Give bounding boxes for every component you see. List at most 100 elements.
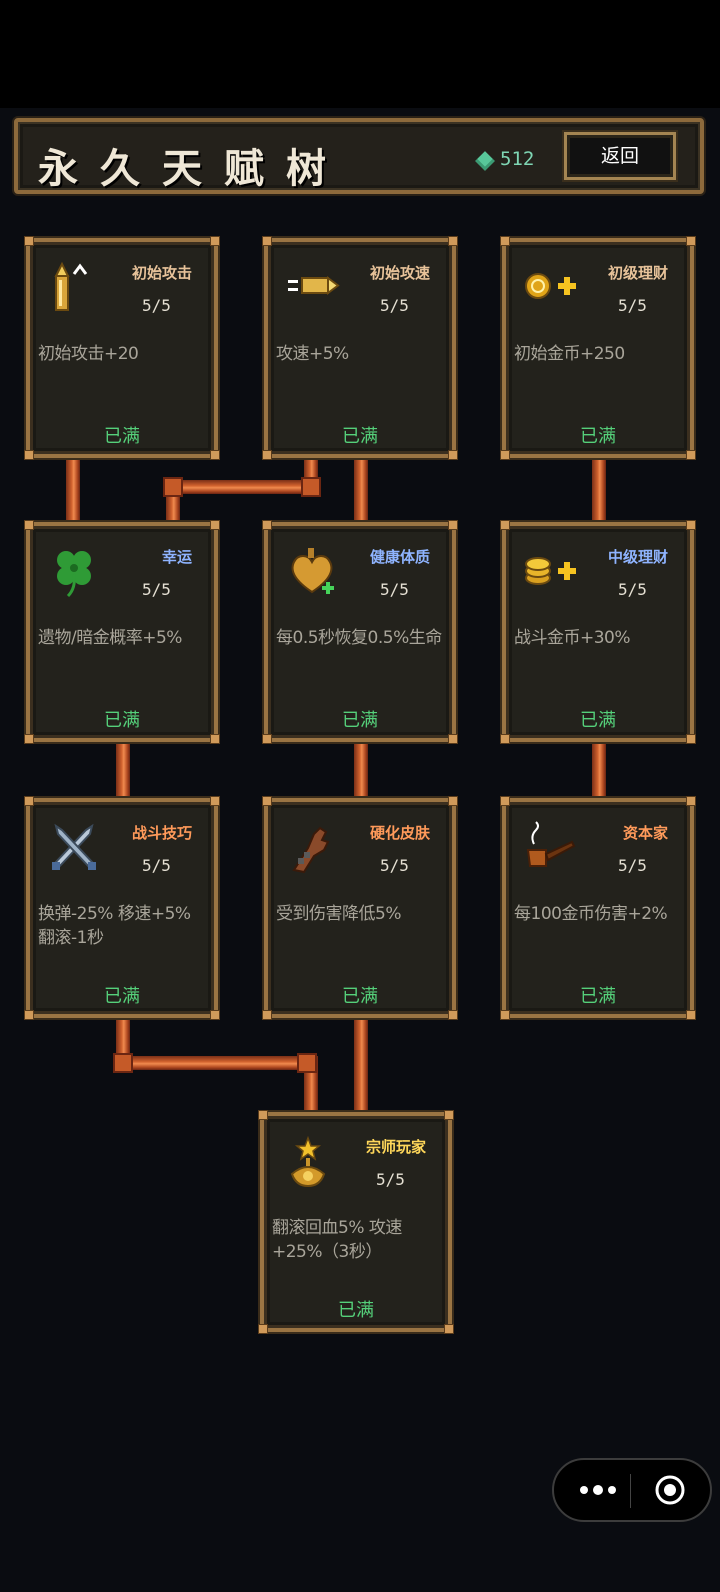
pipe-joint (297, 1053, 317, 1073)
header-panel: 永久天赋树 512 返回 (14, 118, 704, 194)
grandmaster-medal-icon (290, 1135, 326, 1188)
card-corner-rivet (448, 450, 458, 460)
pipe (116, 1056, 314, 1070)
card-corner-rivet (262, 734, 272, 744)
card-corner-rivet (210, 450, 220, 460)
pipe (166, 480, 318, 494)
talent-description: 每0.5秒恢复0.5%生命 (276, 628, 442, 648)
talent-name: 初始攻速 (369, 264, 430, 282)
coin-plus-icon (525, 273, 576, 299)
talent-level: 5/5 (142, 856, 171, 875)
card-corner-rivet (448, 236, 458, 246)
close-miniprogram-icon[interactable] (654, 1474, 686, 1506)
card-corner-rivet (686, 734, 696, 744)
talent-level: 5/5 (618, 856, 647, 875)
pipe (116, 740, 130, 800)
card-corner-rivet (500, 236, 510, 246)
back-button[interactable]: 返回 (564, 132, 676, 180)
card-corner-rivet (686, 450, 696, 460)
talent-card-initial-attack-speed[interactable]: 初始攻速 5/5 攻速+5% 已满 (262, 236, 458, 460)
talent-level: 5/5 (142, 580, 171, 599)
pipe (592, 740, 606, 800)
card-corner-rivet (448, 520, 458, 530)
talent-card-luck[interactable]: 幸运 5/5 遗物/暗金概率+5% 已满 (24, 520, 220, 744)
card-corner-rivet (258, 1324, 268, 1334)
miniprogram-capsule (552, 1458, 712, 1522)
card-corner-rivet (262, 1010, 272, 1020)
talent-name: 硬化皮肤 (369, 824, 430, 842)
card-corner-rivet (444, 1110, 454, 1120)
card-corner-rivet (686, 236, 696, 246)
card-corner-rivet (500, 520, 510, 530)
card-corner-rivet (500, 1010, 510, 1020)
talent-level: 5/5 (376, 1170, 405, 1189)
pipe (354, 1016, 368, 1114)
talent-description: 战斗金币+30% (514, 628, 631, 648)
talent-level: 5/5 (380, 580, 409, 599)
talent-description: 受到伤害降低5% (276, 904, 401, 924)
card-corner-rivet (210, 796, 220, 806)
talent-description: 初始攻击+20 (38, 344, 139, 364)
pipe-joint (163, 477, 183, 497)
card-corner-rivet (686, 520, 696, 530)
armored-arm-icon (292, 826, 330, 874)
talent-status: 已满 (580, 710, 616, 731)
talent-card-basic-finance[interactable]: 初级理财 5/5 初始金币+250 已满 (500, 236, 696, 460)
talent-card-hardened-skin[interactable]: 硬化皮肤 5/5 受到伤害降低5% 已满 (262, 796, 458, 1020)
card-corner-rivet (24, 236, 34, 246)
talent-description: 每100金币伤害+2% (514, 904, 668, 924)
talent-status: 已满 (342, 986, 378, 1007)
talent-level: 5/5 (618, 580, 647, 599)
talent-card-initial-attack[interactable]: 初始攻击 5/5 初始攻击+20 已满 (24, 236, 220, 460)
talent-description: 翻滚回血5% 攻速+25%（3秒） (272, 1218, 402, 1262)
talent-card-intermediate-finance[interactable]: 中级理财 5/5 战斗金币+30% 已满 (500, 520, 696, 744)
talent-card-capitalist[interactable]: 资本家 5/5 每100金币伤害+2% 已满 (500, 796, 696, 1020)
talent-description: 攻速+5% (276, 344, 349, 364)
card-corner-rivet (210, 236, 220, 246)
card-corner-rivet (24, 1010, 34, 1020)
talent-level: 5/5 (142, 296, 171, 315)
bullet-upgrade-icon (54, 261, 88, 311)
talent-status: 已满 (342, 426, 378, 447)
pipe (354, 740, 368, 800)
card-corner-rivet (262, 796, 272, 806)
talent-name: 战斗技巧 (131, 824, 192, 842)
card-corner-rivet (448, 734, 458, 744)
page-title: 永久天赋树 (38, 146, 348, 192)
talent-name: 宗师玩家 (365, 1138, 426, 1156)
speed-bullet-icon (288, 276, 340, 295)
card-corner-rivet (262, 520, 272, 530)
talent-status: 已满 (104, 710, 140, 731)
card-corner-rivet (686, 796, 696, 806)
talent-description: 换弹-25% 移速+5% 翻滚-1秒 (38, 904, 191, 948)
card-corner-rivet (444, 1324, 454, 1334)
talent-name: 健康体质 (369, 548, 430, 566)
card-corner-rivet (500, 796, 510, 806)
talent-card-combat-skill[interactable]: 战斗技巧 5/5 换弹-25% 移速+5% 翻滚-1秒 已满 (24, 796, 220, 1020)
card-corner-rivet (210, 1010, 220, 1020)
card-corner-rivet (24, 796, 34, 806)
talent-status: 已满 (338, 1300, 374, 1321)
pipe (592, 456, 606, 524)
four-leaf-clover-icon (57, 551, 91, 598)
heart-plus-icon (291, 548, 334, 594)
capsule-divider (630, 1474, 631, 1508)
pipe (66, 456, 80, 524)
talent-status: 已满 (580, 426, 616, 447)
coin-stack-plus-icon (525, 557, 576, 585)
talent-status: 已满 (104, 426, 140, 447)
more-options-icon[interactable] (578, 1479, 618, 1501)
pipe-joint (113, 1053, 133, 1073)
talent-level: 5/5 (380, 856, 409, 875)
talent-level: 5/5 (618, 296, 647, 315)
talent-name: 初始攻击 (131, 264, 192, 282)
card-corner-rivet (24, 450, 34, 460)
crossed-knives-icon (52, 823, 96, 870)
talent-card-grandmaster-player[interactable]: 宗师玩家 5/5 翻滚回血5% 攻速+25%（3秒） 已满 (258, 1110, 454, 1334)
card-corner-rivet (210, 734, 220, 744)
talent-card-healthy-physique[interactable]: 健康体质 5/5 每0.5秒恢复0.5%生命 已满 (262, 520, 458, 744)
talent-name: 资本家 (622, 824, 668, 842)
card-corner-rivet (210, 520, 220, 530)
card-corner-rivet (500, 734, 510, 744)
talent-level: 5/5 (380, 296, 409, 315)
